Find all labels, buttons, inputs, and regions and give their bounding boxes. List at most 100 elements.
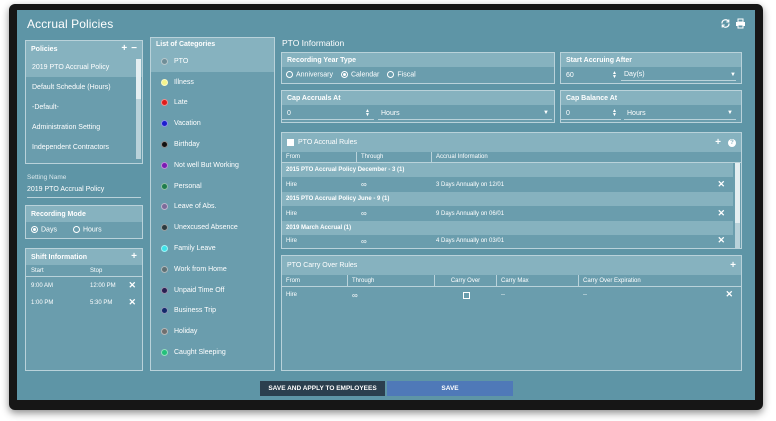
policy-item[interactable]: -Default- (26, 97, 142, 117)
category-item[interactable]: Family Leave (151, 238, 274, 259)
year-type-fiscal[interactable]: Fiscal (387, 71, 416, 79)
chevron-down-icon: ▼ (727, 110, 733, 116)
cap-balance-stepper[interactable]: 0 ▲ ▼ (561, 107, 621, 120)
shift-start: 1:00 PM (31, 299, 54, 306)
remove-policy-icon[interactable]: − (131, 44, 137, 54)
category-label: Work from Home (174, 265, 227, 273)
refresh-icon[interactable] (720, 18, 731, 29)
shift-stop: 5:30 PM (90, 299, 113, 306)
fiscal-radio[interactable] (387, 71, 395, 79)
category-color-dot (161, 57, 168, 65)
carry-over-row[interactable]: Hire ∞ -- -- ✕ (282, 287, 741, 303)
policy-item[interactable]: 2019 PTO Accrual Policy (26, 57, 142, 77)
category-item[interactable]: Leave of Abs. (151, 197, 274, 218)
stepper-arrows-icon[interactable]: ▲ ▼ (612, 109, 617, 118)
accrual-rules-checkbox[interactable] (287, 139, 294, 146)
category-label: Late (174, 99, 188, 107)
rule-info: 9 Days Annually on 06/01 (436, 210, 505, 217)
category-color-dot (161, 120, 168, 128)
delete-rule-icon[interactable]: ✕ (717, 235, 725, 246)
recording-mode-hours[interactable]: Hours (72, 226, 102, 234)
category-item[interactable]: Caught Sleeping (151, 342, 274, 363)
category-color-dot (161, 182, 168, 190)
category-item[interactable]: Birthday (151, 134, 274, 155)
start-accruing-unit-select[interactable]: Day(s) ▼ (621, 69, 736, 81)
category-item[interactable]: Business Trip (151, 301, 274, 322)
rule-through: ∞ (361, 180, 367, 189)
delete-carry-over-icon[interactable]: ✕ (725, 289, 733, 300)
carry-expiration: -- (583, 292, 587, 298)
hours-radio[interactable] (72, 226, 80, 234)
category-item[interactable]: PTO (151, 51, 274, 72)
add-shift-icon[interactable]: + (131, 252, 137, 262)
cap-accruals-unit-select[interactable]: Hours ▼ (378, 107, 552, 120)
policies-scrollbar[interactable] (136, 59, 141, 159)
anniversary-radio[interactable] (286, 71, 293, 79)
policies-panel: Policies + − 2019 PTO Accrual Policy Def… (25, 40, 143, 164)
cap-accruals-stepper[interactable]: 0 ▲ ▼ (282, 107, 374, 120)
accrual-rule-row[interactable]: Hire ∞ 9 Days Annually on 06/01 ✕ (282, 206, 733, 221)
save-button[interactable]: SAVE (387, 381, 513, 396)
policy-item[interactable]: Independent Contractors (26, 137, 142, 157)
shift-stop: 12:00 PM (90, 282, 116, 289)
accrual-group-title: 2015 PTO Accrual Policy December - 3 (1) (282, 163, 733, 177)
add-policy-icon[interactable]: + (121, 44, 127, 54)
calendar-radio[interactable] (340, 71, 348, 79)
accrual-rule-row[interactable]: Hire ∞ 3 Days Annually on 12/01 ✕ (282, 177, 733, 192)
policy-item[interactable]: Default Schedule (Hours) (26, 77, 142, 97)
setting-name-value[interactable]: 2019 PTO Accrual Policy (27, 186, 104, 193)
category-item[interactable]: Late (151, 93, 274, 114)
rule-info: 4 Days Annually on 03/01 (436, 238, 505, 244)
year-type-calendar[interactable]: Calendar (340, 71, 379, 79)
cap-balance-unit-select[interactable]: Hours ▼ (624, 107, 736, 120)
pto-accrual-rules-panel: PTO Accrual Rules + ? From Through Accru… (281, 132, 742, 249)
col-from: From (282, 275, 348, 286)
category-item[interactable]: Illness (151, 72, 274, 93)
col-carry-over: Carry Over (435, 275, 497, 286)
print-icon[interactable] (735, 18, 746, 29)
category-label: Personal (174, 182, 202, 190)
carry-over-checkbox[interactable] (462, 291, 470, 299)
shift-start: 9:00 AM (31, 282, 54, 289)
category-item[interactable]: Unexcused Absence (151, 217, 274, 238)
delete-shift-icon[interactable]: ✕ (128, 280, 136, 291)
category-color-dot (161, 224, 168, 232)
accrual-rule-row[interactable]: Hire ∞ 4 Days Annually on 03/01 ✕ (282, 235, 733, 247)
carry-over-title: PTO Carry Over Rules (287, 262, 358, 269)
category-item[interactable]: Not well But Working (151, 155, 274, 176)
help-icon[interactable]: ? (728, 138, 736, 147)
start-accruing-stepper[interactable]: 60 ▲ ▼ (561, 71, 621, 80)
col-accrual-info: Accrual Information (436, 154, 488, 160)
days-radio[interactable] (31, 226, 38, 234)
delete-shift-icon[interactable]: ✕ (128, 297, 136, 308)
accrual-rules-scrollbar[interactable] (735, 163, 740, 249)
start-accruing-label: Start Accruing After (561, 53, 741, 67)
pto-carry-over-panel: PTO Carry Over Rules + From Through Carr… (281, 255, 742, 371)
shift-information-title: Shift Information (31, 253, 87, 261)
stepper-arrows-icon[interactable]: ▲ ▼ (365, 109, 370, 118)
setting-name-label: Setting Name (27, 174, 67, 181)
delete-rule-icon[interactable]: ✕ (717, 208, 725, 219)
col-from: From (282, 152, 357, 162)
policies-title: Policies (31, 45, 58, 53)
save-and-apply-button[interactable]: SAVE AND APPLY TO EMPLOYEES (260, 381, 385, 396)
year-type-anniversary[interactable]: Anniversary (286, 71, 333, 79)
app-screen: Accrual Policies Policies + − 2019 PTO A… (17, 10, 755, 400)
rule-from: Hire (286, 210, 298, 217)
recording-mode-days[interactable]: Days (31, 226, 57, 234)
category-label: Birthday (174, 141, 200, 149)
delete-rule-icon[interactable]: ✕ (717, 179, 725, 190)
category-item[interactable]: Personal (151, 176, 274, 197)
policy-item[interactable]: Administration Setting (26, 117, 142, 137)
add-carry-over-icon[interactable]: + (730, 260, 736, 271)
category-item[interactable]: Holiday (151, 321, 274, 342)
category-item[interactable]: Unpaid Time Off (151, 280, 274, 301)
stepper-arrows-icon[interactable]: ▲ ▼ (612, 71, 617, 80)
recording-year-type-panel: Recording Year Type Anniversary Calendar… (281, 52, 555, 84)
category-label: Vacation (174, 120, 201, 128)
category-item[interactable]: Work from Home (151, 259, 274, 280)
add-accrual-rule-icon[interactable]: + (715, 137, 721, 148)
shift-row: 9:00 AM 12:00 PM ✕ (26, 277, 142, 294)
category-item[interactable]: Vacation (151, 113, 274, 134)
carry-from: Hire (286, 292, 298, 298)
